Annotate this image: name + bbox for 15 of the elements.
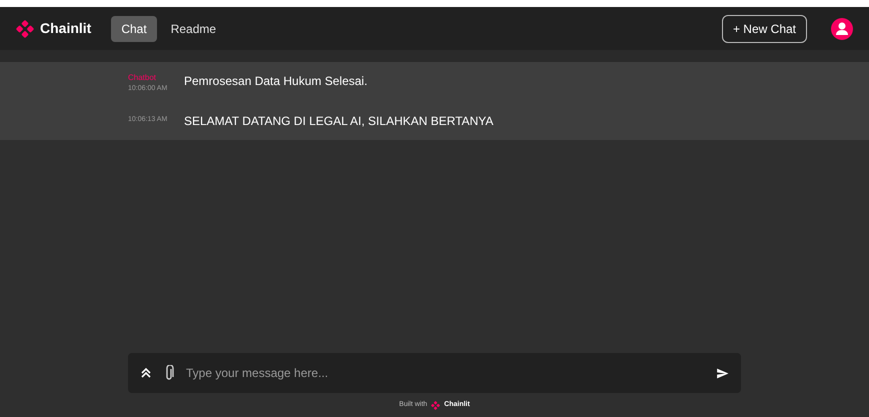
logo-icon: [16, 20, 34, 38]
double-chevron-up-icon[interactable]: [140, 367, 152, 379]
nav-tab[interactable]: Readme: [160, 16, 226, 42]
user-avatar-icon[interactable]: [831, 18, 853, 40]
message-field[interactable]: Type your message here...: [128, 353, 741, 393]
message-text: Pemrosesan Data Hukum Selesai.: [184, 73, 368, 90]
send-icon[interactable]: [716, 366, 729, 380]
app-name: Chainlit: [40, 19, 92, 38]
message-input[interactable]: Type your message here...: [186, 364, 704, 382]
logo-icon: [431, 400, 440, 410]
new-chat-button[interactable]: + New Chat: [722, 14, 807, 42]
author-name: Chatbot: [128, 72, 158, 84]
nav-tab[interactable]: Chat: [111, 16, 157, 42]
paperclip-icon[interactable]: [164, 365, 174, 381]
message-text: SELAMAT DATANG DI LEGAL AI, SILAHKAN BERTANYA: [184, 113, 494, 130]
